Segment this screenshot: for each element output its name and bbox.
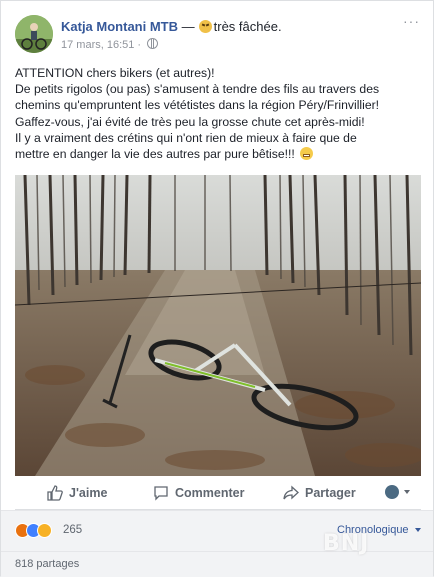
chevron-down-icon	[414, 528, 421, 532]
angry-face-icon	[198, 20, 212, 33]
profile-avatar-icon	[385, 485, 399, 499]
share-label: Partager	[305, 486, 356, 500]
reaction-icons[interactable]	[15, 523, 63, 539]
like-button[interactable]: J'aime	[47, 485, 107, 501]
more-options-icon[interactable]: ···	[403, 14, 419, 28]
post-text-line-last: mettre en danger la vie des autres par p…	[15, 146, 423, 162]
post-actions: J'aime Commenter Partager	[15, 479, 421, 510]
post-text-line: Il y a vraiment des crétins qui n'ont ri…	[15, 130, 357, 145]
post-text-line: chemins qu'empruntent les vététistes dan…	[15, 98, 380, 113]
share-icon	[283, 485, 299, 500]
comment-icon	[154, 486, 168, 501]
post-timestamp[interactable]: 17 mars, 16:51 ·	[61, 39, 141, 51]
post-text-line: mettre en danger la vie des autres par p…	[15, 147, 295, 162]
watermark-logo: BNJ	[323, 531, 370, 556]
post-text-line: De petits rigolos (ou pas) s'amusent à t…	[15, 82, 380, 97]
avatar-image	[15, 15, 53, 53]
post-text-line: Gaffez-vous, j'ai évité de très peu la g…	[15, 114, 365, 129]
author-line: Katja Montani MTB — très fâchée.	[61, 19, 282, 34]
post-meta: 17 mars, 16:51 ·	[61, 38, 159, 51]
globe-icon[interactable]	[147, 38, 159, 49]
shares-count[interactable]: 818 partages	[15, 558, 79, 570]
screaming-face-icon	[300, 147, 314, 161]
post-text: ATTENTION chers bikers (et autres)! De p…	[15, 65, 423, 162]
feeling-status: — très fâchée.	[178, 19, 282, 34]
comment-label: Commenter	[175, 486, 245, 500]
wow-reaction-icon	[37, 523, 52, 538]
post-card: Katja Montani MTB — très fâchée. 17 mars,…	[0, 0, 434, 577]
author-name[interactable]: Katja Montani MTB	[61, 19, 178, 34]
forest-trail-bike-image	[15, 175, 421, 476]
comment-button[interactable]: Commenter	[153, 485, 244, 501]
like-label: J'aime	[69, 486, 108, 500]
reaction-count[interactable]: 265	[63, 524, 82, 536]
post-text-line: ATTENTION chers bikers (et autres)!	[15, 66, 215, 80]
share-button[interactable]: Partager	[283, 485, 356, 501]
thumbs-up-icon	[47, 485, 63, 501]
author-avatar[interactable]	[15, 15, 53, 53]
post-as-selector[interactable]	[385, 485, 410, 499]
post-photo[interactable]	[15, 175, 421, 476]
chevron-down-icon	[404, 490, 410, 494]
feeling-text: très fâchée.	[213, 19, 282, 34]
post-header: Katja Montani MTB — très fâchée. 17 mars,…	[15, 14, 421, 55]
